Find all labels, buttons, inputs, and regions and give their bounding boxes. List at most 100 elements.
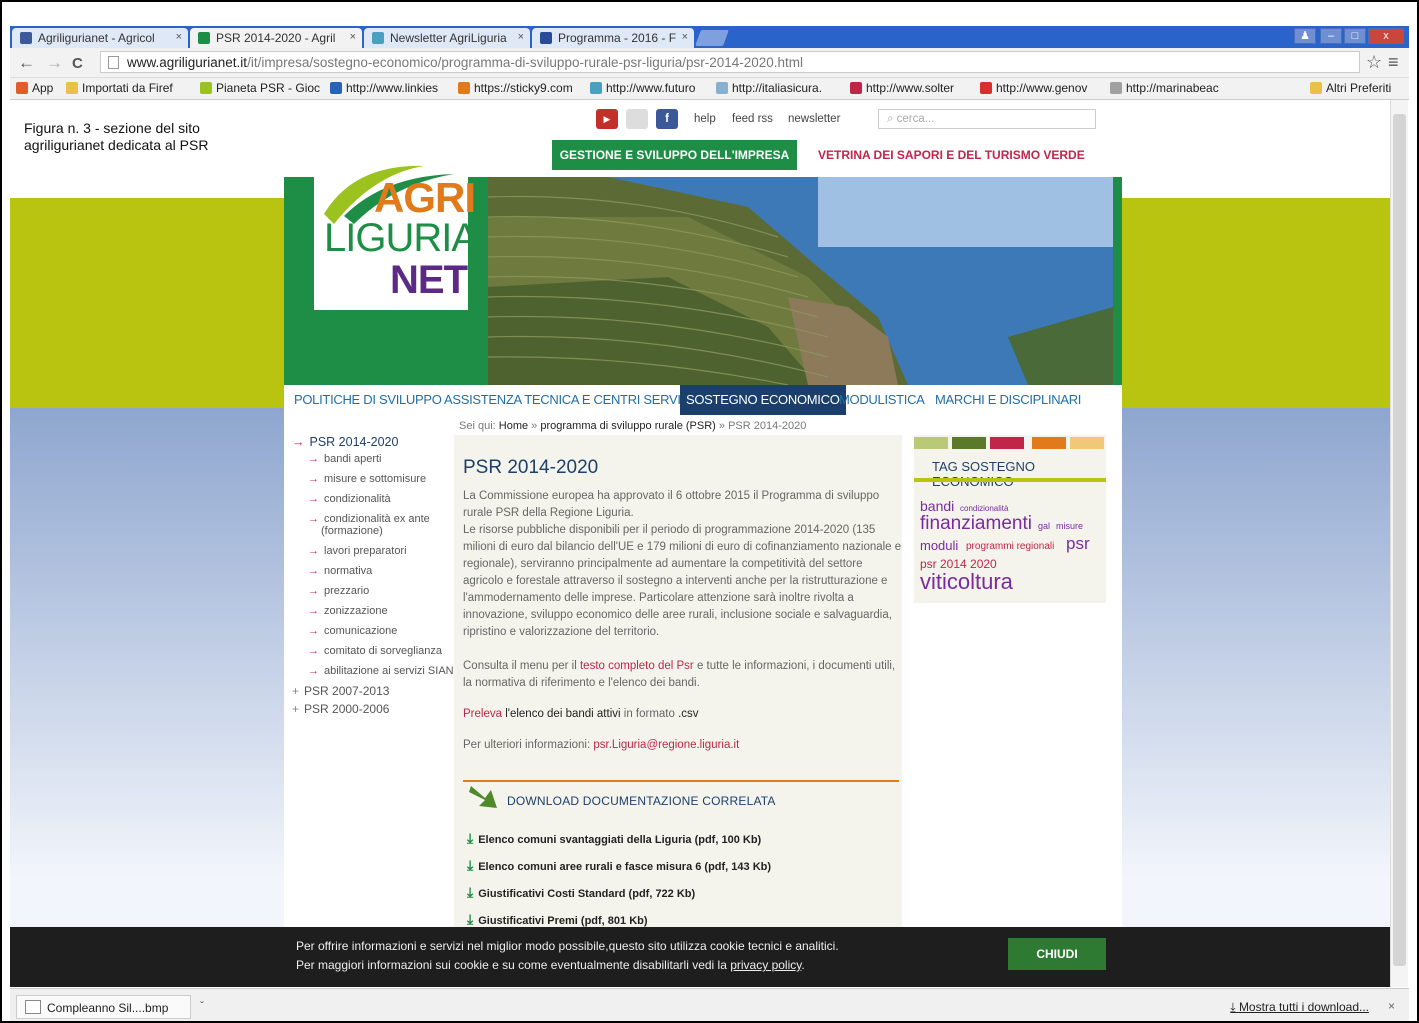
url-host: www.agriligurianet.it [127,55,248,70]
user-icon[interactable]: ♟ [1294,28,1316,44]
tag-link[interactable]: bandi [920,498,954,514]
sidenav-item[interactable]: → zonizzazione [308,605,388,617]
newsletter-link[interactable]: newsletter [788,109,840,129]
sidenav-item[interactable]: → condizionalità [308,493,391,505]
sidenav-psr-2007[interactable]: + PSR 2007-2013 [292,684,389,698]
close-tab-icon[interactable]: × [682,31,688,43]
close-tab-icon[interactable]: × [518,31,524,43]
tag-link[interactable]: programmi regionali [966,541,1054,552]
close-cookie-button[interactable]: CHIUDI [1008,938,1106,970]
breadcrumb-section[interactable]: programma di sviluppo rurale (PSR) [540,420,715,432]
figure-caption: Figura n. 3 - sezione del sito agriligur… [24,120,209,153]
menu-assistenza[interactable]: ASSISTENZA TECNICA E CENTRI SERVIZI [444,385,692,415]
tag-link[interactable]: psr [1066,534,1090,554]
download-link[interactable]: ⤓ Giustificativi Costi Standard (pdf, 722… [467,884,695,901]
tag-link[interactable]: moduli [920,538,958,553]
bookmark-item[interactable]: http://italiasicura. [716,81,842,95]
bookmark-icon [590,82,602,94]
tag-link[interactable]: finanziamenti [920,513,1032,535]
tag-link[interactable]: condizionalità [960,504,1008,513]
close-tab-icon[interactable]: × [350,31,356,43]
url-field[interactable]: www.agriligurianet.it/it/impresa/sostegn… [100,51,1360,73]
bookmark-item[interactable]: https://sticky9.com [458,81,582,95]
show-all-downloads-link[interactable]: ⤓ Mostra tutti i download... [1230,1000,1369,1015]
bookmark-item[interactable]: App [16,81,62,95]
sidenav-item[interactable]: → lavori preparatori [308,545,407,557]
download-bar: Compleanno Sil....bmp ˇ ⤓ Mostra tutti i… [10,988,1409,1021]
menu-marchi[interactable]: MARCHI E DISCIPLINARI [935,385,1081,415]
forward-icon[interactable]: → [46,53,63,73]
help-link[interactable]: help [694,109,716,129]
download-section: DOWNLOAD DOCUMENTAZIONE CORRELATA ⤓ Elenc… [463,780,899,930]
program-favicon-icon [540,32,552,44]
bookmark-item[interactable]: Pianeta PSR - Gioc [200,81,328,95]
full-text-link[interactable]: testo completo del Psr [580,660,694,672]
download-link[interactable]: ⤓ Giustificativi Premi (pdf, 801 Kb) [467,911,648,928]
preleva-link[interactable]: Preleva [463,708,502,720]
close-window-button[interactable]: x [1368,28,1404,44]
privacy-policy-link[interactable]: privacy policy [730,958,801,972]
bookmark-item[interactable]: http://www.genov [980,81,1104,95]
download-link[interactable]: ⤓ Elenco comuni svantaggiati della Liguri… [467,830,761,847]
sidenav-item[interactable]: → prezzario [308,585,369,597]
facebook-icon[interactable]: f [656,109,678,129]
menu-sostegno[interactable]: SOSTEGNO ECONOMICO [680,385,846,415]
maximize-button[interactable]: □ [1344,28,1366,44]
menu-politiche[interactable]: POLITICHE DI SVILUPPO [294,385,442,415]
bookmark-item[interactable]: http://marinabeac [1110,81,1234,95]
logo-liguria: LIGURIA [324,216,478,260]
minimize-button[interactable]: – [1320,28,1342,44]
file-menu-arrow-icon[interactable]: ˇ [200,999,204,1013]
url-path: /it/impresa/sostegno-economico/programma… [247,55,804,70]
hero-photo [488,177,1113,385]
tab-vetrina[interactable]: VETRINA DEI SAPORI E DEL TURISMO VERDE [818,140,1085,170]
scrollbar-thumb[interactable] [1393,114,1406,966]
bookmark-item[interactable]: http://www.futuro [590,81,708,95]
sidenav-item[interactable]: → misure e sottomisure [308,473,426,485]
other-bookmarks[interactable]: Altri Preferiti [1310,81,1402,95]
tag-link[interactable]: misure [1056,521,1083,531]
sidenav-psr-2000[interactable]: + PSR 2000-2006 [292,702,389,716]
sidenav-item[interactable]: → comitato di sorveglianza [308,645,442,657]
browser-tab-active[interactable]: PSR 2014-2020 - Agril × [190,28,362,48]
youtube-icon[interactable]: ▶ [596,109,618,129]
sidenav-item[interactable]: → comunicazione [308,625,397,637]
delicious-icon[interactable] [626,109,648,129]
tab-impresa[interactable]: GESTIONE E SVILUPPO DELL'IMPRESA [552,140,797,170]
cookie-text: Per offrire informazioni e servizi nel m… [296,939,839,972]
email-link[interactable]: psr.Liguria@regione.liguria.it [593,739,739,751]
sidenav-item[interactable]: → bandi aperti [308,453,382,465]
web-page: Figura n. 3 - sezione del sito agriligur… [10,100,1390,930]
close-tab-icon[interactable]: × [176,31,182,43]
tag-link[interactable]: gal [1038,521,1050,531]
new-tab-button[interactable] [695,30,729,46]
search-input[interactable]: ⌕ cerca... [878,109,1096,129]
back-icon[interactable]: ← [18,53,35,73]
downloaded-file[interactable]: Compleanno Sil....bmp ˇ [16,995,204,1019]
star-icon[interactable]: ☆ [1366,52,1382,73]
tag-link[interactable]: viticoltura [920,569,1013,595]
page-scrollbar[interactable] [1390,100,1408,987]
sidenav-item[interactable]: → normativa [308,565,372,577]
reload-icon[interactable]: C [72,55,83,72]
bookmark-item[interactable]: http://www.solter [850,81,970,95]
site-logo[interactable]: AGRI LIGURIA NET [314,154,478,310]
breadcrumb-home[interactable]: Home [499,420,528,432]
bookmark-icon [200,82,212,94]
sidenav-psr-2014[interactable]: → PSR 2014-2020 [292,435,398,449]
close-download-bar-icon[interactable]: × [1388,999,1395,1013]
browser-tab[interactable]: Newsletter AgriLiguria × [364,28,530,48]
menu-modulistica[interactable]: MODULISTICA [839,385,925,415]
sidenav-item[interactable]: → abilitazione ai servizi SIAN [308,665,454,677]
sidenav-item[interactable]: → condizionalità ex ante [308,513,430,525]
menu-icon[interactable]: ≡ [1388,52,1399,73]
download-link[interactable]: ⤓ Elenco comuni aree rurali e fasce misur… [467,857,771,874]
browser-tab[interactable]: Agriligurianet - Agricol × [12,28,188,48]
bookmark-item[interactable]: http://www.linkies [330,81,450,95]
download-icon: ⤓ [1230,1000,1239,1014]
menu-paragraph: Consulta il menu per il testo completo d… [463,660,896,689]
browser-tab[interactable]: Programma - 2016 - F × [532,28,694,48]
feed-rss-link[interactable]: feed rss [732,109,773,129]
sidenav-item-cont[interactable]: (formazione) [321,525,383,537]
bookmark-item[interactable]: Importati da Firef [66,81,194,95]
